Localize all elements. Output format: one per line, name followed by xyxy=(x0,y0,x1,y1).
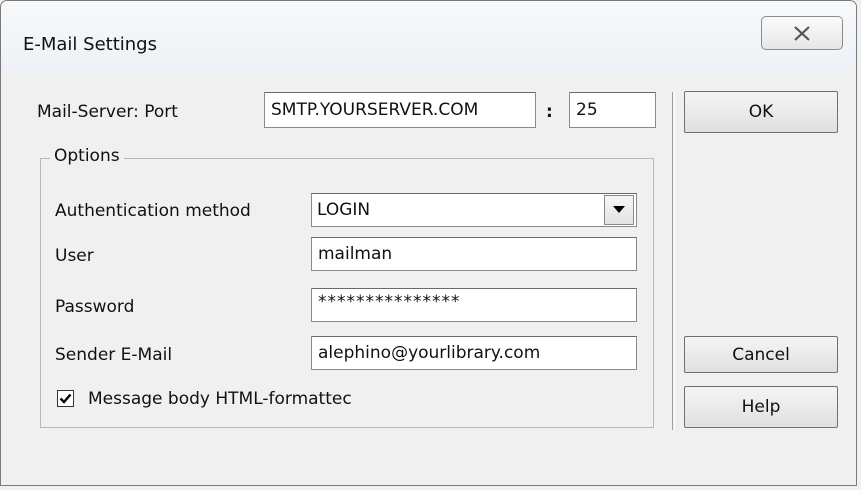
ok-button[interactable]: OK xyxy=(684,91,838,133)
dropdown-button[interactable] xyxy=(604,195,634,225)
dialog-title: E-Mail Settings xyxy=(23,34,157,55)
cancel-button[interactable]: Cancel xyxy=(684,336,838,373)
sender-email-label: Sender E-Mail xyxy=(55,345,173,365)
password-label: Password xyxy=(55,297,135,317)
ok-button-label: OK xyxy=(748,102,774,122)
user-label: User xyxy=(55,246,94,266)
close-button[interactable] xyxy=(761,16,843,50)
host-port-separator: : xyxy=(546,102,553,122)
chevron-down-icon xyxy=(613,206,625,213)
email-settings-dialog: E-Mail Settings Mail-Server: Port SMTP.Y… xyxy=(0,0,861,490)
options-legend: Options xyxy=(50,146,124,166)
mail-server-input[interactable]: SMTP.YOURSERVER.COM xyxy=(264,92,536,128)
password-input[interactable]: *************** xyxy=(311,288,637,322)
close-x-icon xyxy=(794,26,810,41)
html-format-checkbox-label: Message body HTML-formattec xyxy=(88,389,352,409)
mail-server-port-label: Mail-Server: Port xyxy=(37,102,178,122)
checkmark-icon xyxy=(59,393,72,404)
html-format-checkbox[interactable] xyxy=(57,390,74,407)
vertical-divider xyxy=(672,92,675,430)
help-button[interactable]: Help xyxy=(684,386,838,428)
port-input[interactable]: 25 xyxy=(569,92,656,128)
title-bar: E-Mail Settings xyxy=(1,1,856,71)
cancel-button-label: Cancel xyxy=(732,344,790,365)
user-input[interactable]: mailman xyxy=(311,237,637,271)
auth-method-value: LOGIN xyxy=(317,200,371,220)
sender-email-input[interactable]: alephino@yourlibrary.com xyxy=(311,336,637,370)
auth-method-label: Authentication method xyxy=(55,201,251,221)
help-button-label: Help xyxy=(741,397,781,417)
auth-method-select[interactable]: LOGIN xyxy=(311,193,637,227)
